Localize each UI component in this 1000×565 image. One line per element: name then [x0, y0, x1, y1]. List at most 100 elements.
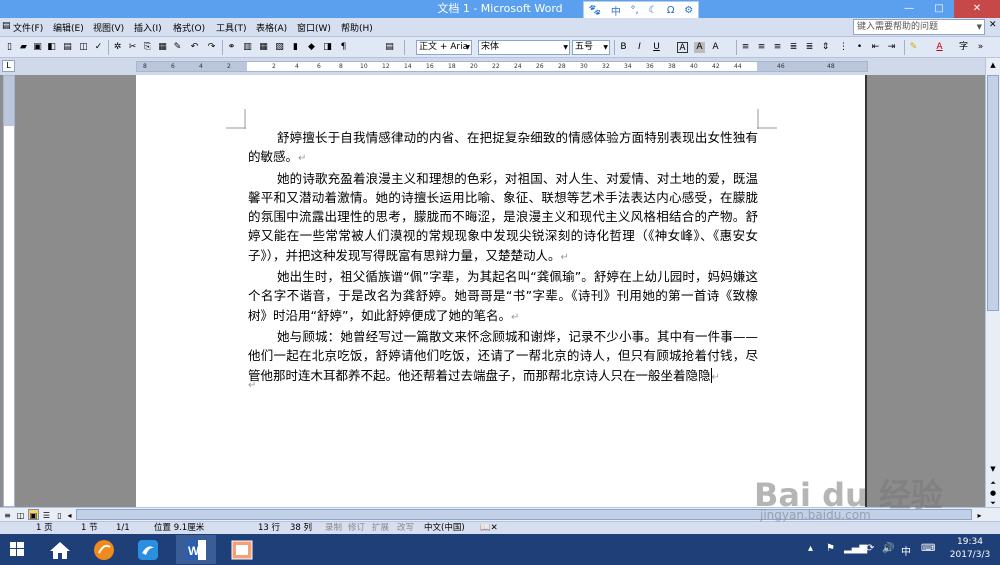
chevron-down-icon[interactable]: ▼: [977, 20, 982, 34]
status-language[interactable]: 中文(中国): [424, 522, 465, 534]
print-icon[interactable]: ▤: [62, 42, 73, 53]
menu-view[interactable]: 视图(V): [93, 21, 124, 34]
ime-punctuation-button[interactable]: °,: [631, 5, 639, 16]
paragraph[interactable]: 舒婷擅长于自我情感律动的内省、在把捉复杂细致的情感体验方面特别表现出女性独有的敏…: [248, 128, 758, 169]
justify-icon[interactable]: ≣: [788, 42, 799, 53]
align-right-icon[interactable]: ≡: [772, 42, 783, 53]
reading-icon[interactable]: ▤: [384, 42, 395, 53]
numbering-icon[interactable]: ⋮: [838, 42, 849, 53]
taskbar-bird-app-icon[interactable]: [128, 535, 168, 564]
toolbar-options-icon[interactable]: »: [975, 42, 986, 53]
insert-excel-icon[interactable]: ▧: [274, 42, 285, 53]
bullets-icon[interactable]: •: [854, 42, 865, 53]
ime-user-icon[interactable]: Ω: [667, 5, 675, 16]
status-overtype[interactable]: 改写: [397, 522, 414, 534]
tables-borders-icon[interactable]: ▥: [242, 42, 253, 53]
normal-view-icon[interactable]: ≡: [2, 509, 13, 520]
cut-icon[interactable]: ✂: [127, 42, 138, 53]
close-document-icon[interactable]: ✕: [989, 20, 997, 30]
paragraph[interactable]: 她出生时，祖父循族谱“佩”字辈，为其起名叫“龚佩瑜”。舒婷在上幼儿园时，妈妈嫌这…: [248, 267, 758, 327]
tab-selector[interactable]: L: [2, 60, 15, 72]
tray-ime-indicator[interactable]: 中: [901, 543, 911, 558]
taskbar-home-icon[interactable]: [40, 535, 80, 564]
align-center-icon[interactable]: ≡: [756, 42, 767, 53]
menu-format[interactable]: 格式(O): [173, 21, 205, 34]
maximize-button[interactable]: □: [924, 0, 954, 18]
menu-tools[interactable]: 工具(T): [216, 21, 247, 34]
spelling-icon[interactable]: ✓: [93, 42, 104, 53]
decrease-indent-icon[interactable]: ⇤: [870, 42, 881, 53]
scroll-down-icon[interactable]: ▼: [986, 462, 1000, 476]
menu-table[interactable]: 表格(A): [256, 21, 287, 34]
tray-up-arrow-icon[interactable]: ▴: [808, 543, 813, 554]
tray-clock[interactable]: 19:34 2017/3/3: [948, 536, 992, 562]
vertical-ruler[interactable]: [3, 75, 15, 507]
font-combo[interactable]: 宋体 ▼: [478, 40, 570, 55]
spelling-status-icon[interactable]: 📖✕: [480, 522, 498, 534]
paragraph[interactable]: 她与顾城：她曾经写过一篇散文来怀念顾城和谢烨，记录不少小事。其中有一件事——他们…: [248, 327, 758, 387]
hyperlink-icon[interactable]: ⚭: [226, 42, 237, 53]
web-view-icon[interactable]: ◫: [15, 509, 26, 520]
scroll-left-icon[interactable]: ◂: [64, 509, 75, 520]
ime-chinese-mode-button[interactable]: 中: [611, 3, 621, 18]
help-search-input[interactable]: 键入需要帮助的问题 ▼: [853, 19, 985, 35]
paste-icon[interactable]: ▦: [157, 42, 168, 53]
print-preview-icon[interactable]: ◫: [78, 42, 89, 53]
ime-settings-icon[interactable]: ⚙: [684, 5, 693, 16]
document-map-icon[interactable]: ◨: [322, 42, 333, 53]
windows-start-icon[interactable]: [0, 534, 34, 565]
ime-halfwidth-icon[interactable]: ☾: [648, 5, 657, 16]
research-icon[interactable]: ✲: [112, 42, 123, 53]
new-document-icon[interactable]: ▯: [4, 42, 15, 53]
font-color-button[interactable]: A: [934, 42, 945, 53]
outline-view-icon[interactable]: ☰: [41, 509, 52, 520]
tray-volume-icon[interactable]: 🔊: [882, 543, 894, 554]
tray-flag-icon[interactable]: ⚑: [826, 543, 835, 554]
chevron-down-icon[interactable]: ▼: [603, 41, 608, 54]
horizontal-ruler[interactable]: 8 6 4 2 2 4 6 8 10 12 14 16 18 20 22 24 …: [136, 61, 868, 72]
phonetic-icon[interactable]: 字: [958, 42, 969, 53]
menu-window[interactable]: 窗口(W): [297, 21, 331, 34]
style-combo[interactable]: 正文 + Aria ▼: [416, 40, 472, 55]
insert-table-icon[interactable]: ▦: [258, 42, 269, 53]
size-combo[interactable]: 五号 ▼: [572, 40, 610, 55]
distributed-icon[interactable]: ≣: [804, 42, 815, 53]
menu-edit[interactable]: 编辑(E): [53, 21, 84, 34]
empty-paragraph-mark[interactable]: ↵: [248, 380, 256, 391]
status-extend[interactable]: 扩展: [372, 522, 389, 534]
status-record-macro[interactable]: 录制: [325, 522, 342, 534]
drawing-icon[interactable]: ◆: [306, 42, 317, 53]
chevron-down-icon[interactable]: ▼: [465, 41, 470, 54]
tray-keyboard-icon[interactable]: ⌨: [921, 543, 935, 554]
paragraph[interactable]: 她的诗歌充盈着浪漫主义和理想的色彩，对祖国、对人生、对爱情、对土地的爱，既温馨平…: [248, 169, 758, 267]
menu-file[interactable]: 文件(F): [13, 21, 43, 34]
ime-logo-icon[interactable]: 🐾: [589, 5, 601, 16]
minimize-button[interactable]: —: [894, 0, 924, 18]
open-icon[interactable]: ▰: [18, 42, 29, 53]
line-spacing-icon[interactable]: ⇕: [820, 42, 831, 53]
italic-button[interactable]: I: [634, 42, 645, 53]
format-painter-icon[interactable]: ✎: [172, 42, 183, 53]
char-shading-button[interactable]: A: [694, 42, 705, 53]
scale-icon[interactable]: A: [710, 42, 721, 53]
vertical-scrollbar[interactable]: ▲ ▼ ⏶ ● ⏷: [985, 58, 1000, 507]
save-icon[interactable]: ▣: [32, 42, 43, 53]
underline-button[interactable]: U: [651, 42, 662, 53]
print-layout-icon[interactable]: ▣: [28, 509, 39, 520]
align-left-icon[interactable]: ≡: [740, 42, 751, 53]
char-border-button[interactable]: A: [677, 42, 688, 53]
tray-sync-icon[interactable]: ⟳: [866, 543, 874, 554]
tray-network-icon[interactable]: ▂▄▆: [844, 543, 867, 554]
taskbar-browser-icon[interactable]: [84, 535, 124, 564]
permission-icon[interactable]: ◧: [46, 42, 57, 53]
chevron-down-icon[interactable]: ▼: [563, 41, 568, 54]
status-track-changes[interactable]: 修订: [348, 522, 365, 534]
vertical-scroll-thumb[interactable]: [987, 75, 999, 311]
taskbar-presentation-icon[interactable]: [222, 535, 262, 564]
copy-icon[interactable]: ⎘: [142, 42, 153, 53]
document-body[interactable]: 舒婷擅长于自我情感律动的内省、在把捉复杂细致的情感体验方面特别表现出女性独有的敏…: [248, 128, 758, 387]
taskbar-word-icon[interactable]: W: [176, 535, 216, 564]
close-button[interactable]: ✕: [954, 0, 1000, 18]
bold-button[interactable]: B: [618, 42, 629, 53]
scroll-up-icon[interactable]: ▲: [986, 58, 1000, 72]
